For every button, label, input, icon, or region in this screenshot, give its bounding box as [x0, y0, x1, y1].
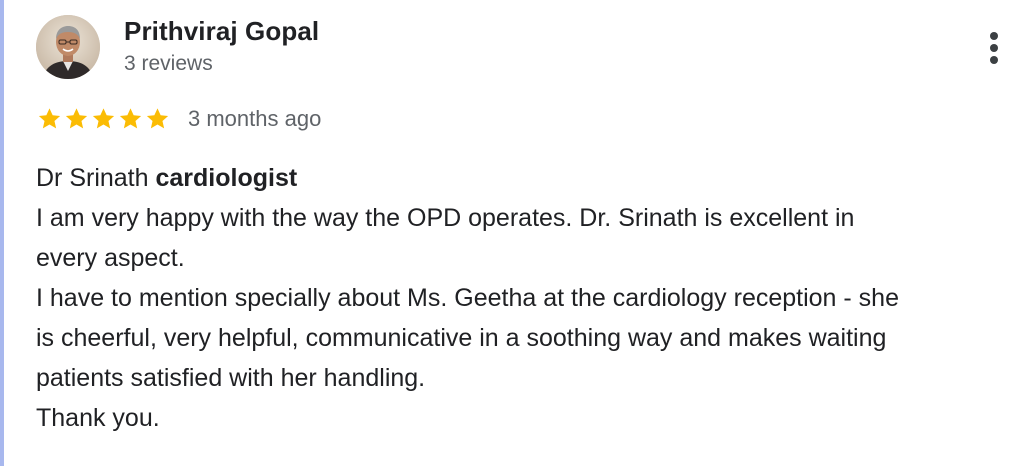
star-icon	[146, 108, 169, 129]
review-line: is cheerful, very helpful, communicative…	[36, 324, 887, 352]
review-card: Prithviraj Gopal 3 reviews 3 months ago …	[0, 0, 1026, 466]
review-title-prefix: Dr Srinath	[36, 164, 156, 192]
review-line: I have to mention specially about Ms. Ge…	[36, 284, 899, 312]
review-date: 3 months ago	[188, 106, 322, 131]
reviewer-avatar[interactable]	[36, 15, 100, 79]
left-accent-rule	[0, 0, 4, 466]
review-line: every aspect.	[36, 244, 185, 272]
review-line: I am very happy with the way the OPD ope…	[36, 204, 855, 232]
reviewer-name[interactable]: Prithviraj Gopal	[124, 16, 319, 47]
star-icon	[65, 108, 88, 129]
star-rating	[36, 106, 171, 132]
review-title-line: Dr Srinath cardiologist	[36, 158, 1021, 198]
star-icon	[119, 108, 142, 129]
person-photo-icon	[36, 15, 100, 79]
review-text: Dr Srinath cardiologist I am very happy …	[36, 158, 1021, 438]
more-options-button[interactable]	[978, 28, 1010, 68]
star-icon	[38, 108, 61, 129]
review-title-bold: cardiologist	[155, 164, 298, 192]
reviewer-review-count[interactable]: 3 reviews	[124, 52, 213, 76]
review-line: Thank you.	[36, 404, 160, 432]
star-icon	[92, 108, 115, 129]
review-line: patients satisfied with her handling.	[36, 364, 426, 392]
